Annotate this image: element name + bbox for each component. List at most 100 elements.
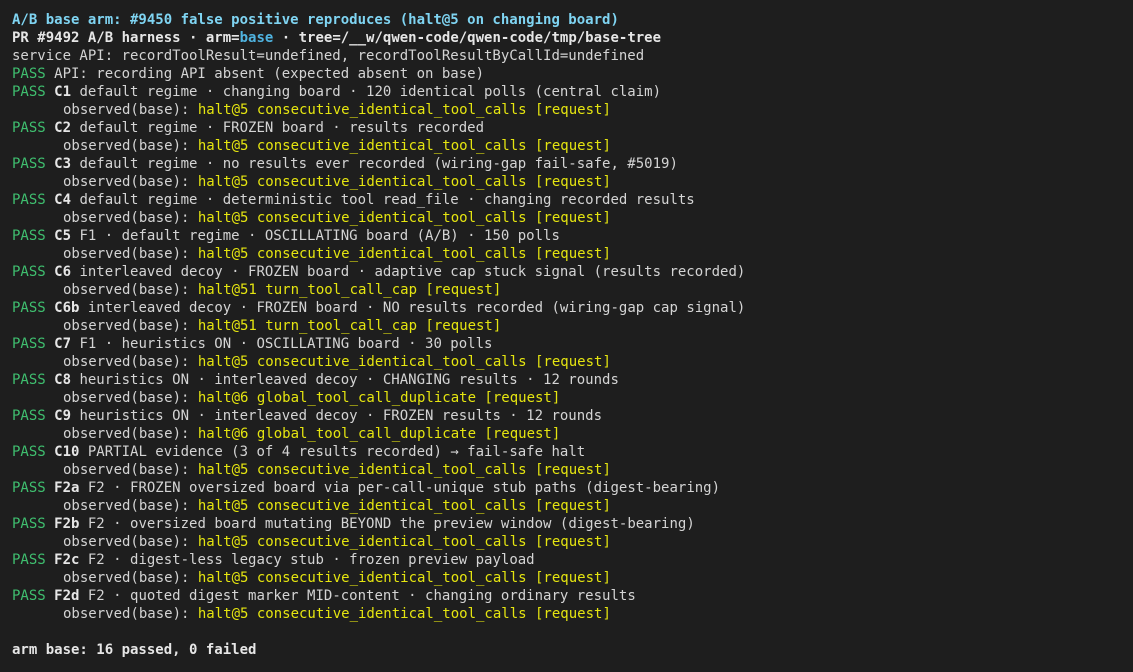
test-case-row: PASS C10 PARTIAL evidence (3 of 4 result… <box>12 443 1133 461</box>
pass-status: PASS <box>12 228 46 244</box>
pass-status: PASS <box>12 120 46 136</box>
tree-path: tree=/__w/qwen-code/qwen-code/tmp/base-t… <box>298 30 662 46</box>
case-id: C10 <box>54 444 80 460</box>
separator: · <box>180 30 206 46</box>
test-case-row: PASS C4 default regime · deterministic t… <box>12 191 1133 209</box>
test-case-row: PASS C2 default regime · FROZEN board · … <box>12 119 1133 137</box>
observed-result: halt@5 consecutive_identical_tool_calls … <box>197 102 611 118</box>
test-case-row: PASS F2c F2 · digest-less legacy stub · … <box>12 551 1133 569</box>
observed-row: observed(base): halt@5 consecutive_ident… <box>12 173 1133 191</box>
case-id: C9 <box>54 408 72 424</box>
case-description: PARTIAL evidence (3 of 4 results recorde… <box>79 444 586 460</box>
observed-result: halt@5 consecutive_identical_tool_calls … <box>197 138 611 154</box>
observed-label: observed(base): <box>63 606 198 622</box>
case-id: C5 <box>54 228 72 244</box>
test-case-row: PASS F2a F2 · FROZEN oversized board via… <box>12 479 1133 497</box>
observed-label: observed(base): <box>63 102 198 118</box>
case-id: C2 <box>54 120 72 136</box>
case-id: F2a <box>54 480 80 496</box>
pass-status: PASS <box>12 516 46 532</box>
observed-result: halt@5 consecutive_identical_tool_calls … <box>197 462 611 478</box>
case-description: interleaved decoy · FROZEN board · NO re… <box>79 300 746 316</box>
test-case-row: PASS C5 F1 · default regime · OSCILLATIN… <box>12 227 1133 245</box>
observed-label: observed(base): <box>63 390 198 406</box>
pass-status: PASS <box>12 480 46 496</box>
observed-result: halt@5 consecutive_identical_tool_calls … <box>197 174 611 190</box>
case-description: F2 · oversized board mutating BEYOND the… <box>79 516 695 532</box>
test-case-list: PASS C1 default regime · changing board … <box>12 83 1133 623</box>
case-id: C3 <box>54 156 72 172</box>
case-description: default regime · changing board · 120 id… <box>71 84 662 100</box>
case-id: F2d <box>54 588 80 604</box>
pass-status: PASS <box>12 264 46 280</box>
observed-row: observed(base): halt@5 consecutive_ident… <box>12 245 1133 263</box>
observed-result: halt@5 consecutive_identical_tool_calls … <box>197 606 611 622</box>
observed-label: observed(base): <box>63 354 198 370</box>
test-case-row: PASS C6b interleaved decoy · FROZEN boar… <box>12 299 1133 317</box>
pass-status: PASS <box>12 588 46 604</box>
test-case-row: PASS F2b F2 · oversized board mutating B… <box>12 515 1133 533</box>
observed-label: observed(base): <box>63 246 198 262</box>
pass-status: PASS <box>12 156 46 172</box>
pr-label: PR #9492 A/B harness <box>12 30 181 46</box>
case-description: interleaved decoy · FROZEN board · adapt… <box>71 264 746 280</box>
observed-row: observed(base): halt@5 consecutive_ident… <box>12 533 1133 551</box>
pass-status: PASS <box>12 192 46 208</box>
observed-result: halt@5 consecutive_identical_tool_calls … <box>197 534 611 550</box>
observed-row: observed(base): halt@5 consecutive_ident… <box>12 209 1133 227</box>
run-title: A/B base arm: #9450 false positive repro… <box>12 12 619 28</box>
pass-status: PASS <box>12 300 46 316</box>
observed-row: observed(base): halt@6 global_tool_call_… <box>12 425 1133 443</box>
harness-header: PR #9492 A/B harness · arm=base · tree=/… <box>12 29 1133 47</box>
observed-result: halt@5 consecutive_identical_tool_calls … <box>197 354 611 370</box>
observed-label: observed(base): <box>63 462 198 478</box>
case-description: F1 · default regime · OSCILLATING board … <box>71 228 560 244</box>
observed-result: halt@5 consecutive_identical_tool_calls … <box>197 210 611 226</box>
observed-label: observed(base): <box>63 282 198 298</box>
case-id: C6b <box>54 300 80 316</box>
observed-result: halt@5 consecutive_identical_tool_calls … <box>197 570 611 586</box>
test-case-row: PASS C6 interleaved decoy · FROZEN board… <box>12 263 1133 281</box>
summary-line: arm base: 16 passed, 0 failed <box>12 642 257 658</box>
observed-row: observed(base): halt@5 consecutive_ident… <box>12 353 1133 371</box>
observed-row: observed(base): halt@5 consecutive_ident… <box>12 461 1133 479</box>
observed-result: halt@51 turn_tool_call_cap [request] <box>197 282 502 298</box>
test-case-row: PASS C8 heuristics ON · interleaved deco… <box>12 371 1133 389</box>
case-id: C8 <box>54 372 72 388</box>
arm-value: base <box>239 30 274 46</box>
service-api-line: service API: recordToolResult=undefined,… <box>12 48 645 64</box>
observed-label: observed(base): <box>63 138 198 154</box>
test-case-row: PASS F2d F2 · quoted digest marker MID-c… <box>12 587 1133 605</box>
test-case-row: PASS C1 default regime · changing board … <box>12 83 1133 101</box>
test-case-row: PASS C9 heuristics ON · interleaved deco… <box>12 407 1133 425</box>
observed-row: observed(base): halt@51 turn_tool_call_c… <box>12 317 1133 335</box>
observed-label: observed(base): <box>63 534 198 550</box>
observed-row: observed(base): halt@5 consecutive_ident… <box>12 605 1133 623</box>
case-description: F2 · FROZEN oversized board via per-call… <box>79 480 721 496</box>
case-description: F2 · digest-less legacy stub · frozen pr… <box>79 552 535 568</box>
case-description: F2 · quoted digest marker MID-content · … <box>79 588 636 604</box>
observed-result: halt@6 global_tool_call_duplicate [reque… <box>197 426 561 442</box>
observed-result: halt@51 turn_tool_call_cap [request] <box>197 318 502 334</box>
case-id: F2c <box>54 552 80 568</box>
observed-result: halt@6 global_tool_call_duplicate [reque… <box>197 390 561 406</box>
observed-label: observed(base): <box>63 426 198 442</box>
observed-row: observed(base): halt@5 consecutive_ident… <box>12 101 1133 119</box>
case-id: C1 <box>54 84 72 100</box>
observed-row: observed(base): halt@5 consecutive_ident… <box>12 497 1133 515</box>
case-id: F2b <box>54 516 80 532</box>
observed-result: halt@5 consecutive_identical_tool_calls … <box>197 498 611 514</box>
observed-label: observed(base): <box>63 210 198 226</box>
observed-row: observed(base): halt@51 turn_tool_call_c… <box>12 281 1133 299</box>
observed-label: observed(base): <box>63 318 198 334</box>
observed-row: observed(base): halt@6 global_tool_call_… <box>12 389 1133 407</box>
pass-status: PASS <box>12 408 46 424</box>
api-check-line: PASS API: recording API absent (expected… <box>12 65 1133 83</box>
case-id: C6 <box>54 264 72 280</box>
case-description: default regime · FROZEN board · results … <box>71 120 485 136</box>
pass-status: PASS <box>12 372 46 388</box>
api-check-text: API: recording API absent (expected abse… <box>45 66 485 82</box>
pass-status: PASS <box>12 84 46 100</box>
arm-key: arm= <box>205 30 240 46</box>
